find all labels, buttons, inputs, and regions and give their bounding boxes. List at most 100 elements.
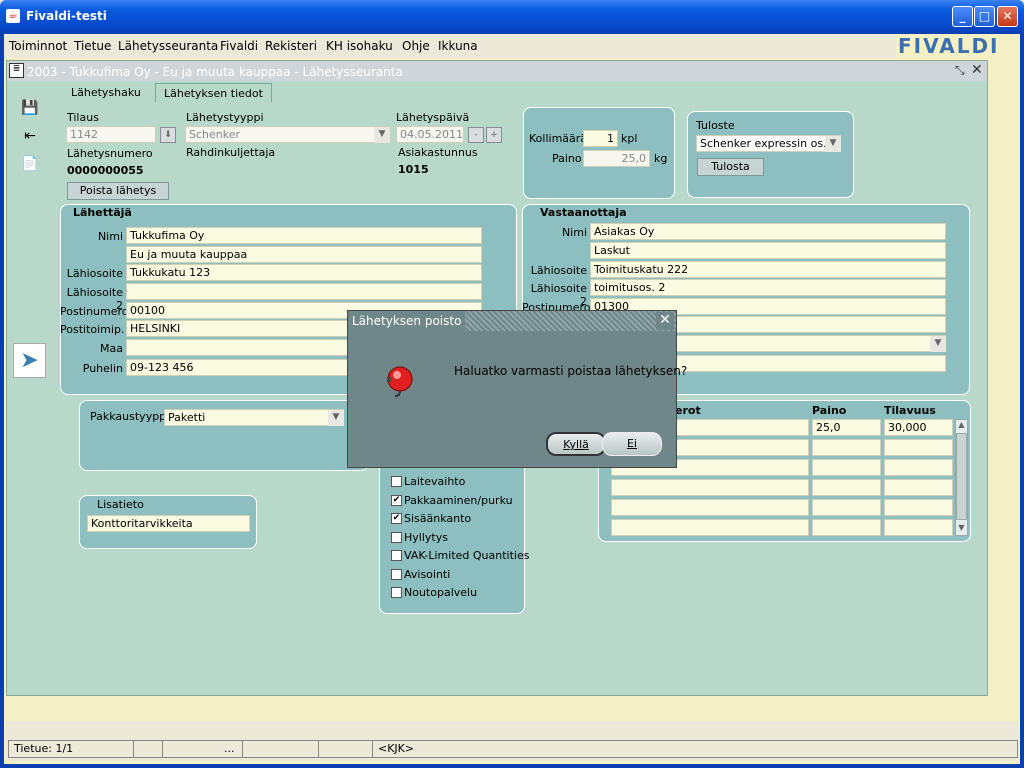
kylla-button[interactable]: Kyllä: [546, 432, 606, 456]
close-icon[interactable]: ✕: [971, 62, 983, 78]
status-separator: [372, 741, 373, 757]
lahetysnumero-value: 0000000055: [67, 164, 144, 177]
date-plus-button[interactable]: +: [486, 127, 502, 143]
status-separator: [242, 741, 243, 757]
app-icon: ≣: [9, 63, 24, 78]
lahettaja-field[interactable]: Tukkukatu 123: [126, 264, 482, 281]
vastaanottaja-field[interactable]: Asiakas Oy: [590, 223, 946, 240]
scroll-thumb[interactable]: [956, 433, 967, 520]
tuloste-select[interactable]: Schenker expressin os...: [696, 135, 841, 152]
table-cell[interactable]: [611, 519, 809, 536]
tab-lahetyksen-tiedot[interactable]: Lähetyksen tiedot: [155, 83, 272, 102]
chevron-down-icon[interactable]: ▼: [930, 336, 946, 352]
table-cell[interactable]: [884, 499, 953, 516]
kollimaara-label: Kollimäärä: [529, 132, 588, 145]
date-minus-button[interactable]: -: [468, 127, 484, 143]
status-separator: [318, 741, 319, 757]
checkbox-2[interactable]: ✔: [391, 513, 402, 524]
lahettaja-title: Lähettäjä: [73, 206, 132, 219]
lahettaja-label: Postinumero: [60, 305, 129, 318]
exit-icon[interactable]: ⇤: [20, 126, 40, 146]
vastaanottaja-field[interactable]: Toimituskatu 222: [590, 261, 946, 278]
status-dots: ...: [224, 742, 235, 755]
tab-lahetyshaku[interactable]: Lähetyshaku: [63, 83, 149, 102]
checkbox-label: Noutopalvelu: [404, 586, 478, 599]
paino-field[interactable]: 25,0: [583, 150, 650, 167]
rahdinkuljettaja-label: Rahdinkuljettaja: [186, 146, 276, 159]
checkbox-3[interactable]: [391, 531, 402, 543]
menu-lahetysseuranta[interactable]: Lähetysseuranta: [118, 39, 218, 53]
table-cell[interactable]: [812, 459, 881, 476]
checkbox-4[interactable]: [391, 550, 402, 561]
lahettaja-label: Nimi: [97, 230, 123, 243]
lisatieto-field[interactable]: Konttoritarvikkeita: [87, 515, 250, 532]
save-icon[interactable]: 💾: [20, 98, 40, 118]
table-cell[interactable]: [611, 499, 809, 516]
pakkaustyyppi-select[interactable]: Paketti: [164, 409, 344, 426]
kg-label: kg: [654, 152, 668, 165]
inner-window-titlebar: ≣ 2003 - Tukkufima Oy - Eu ja muuta kaup…: [7, 61, 987, 81]
table-cell[interactable]: [884, 519, 953, 536]
java-icon: ☕: [6, 9, 20, 23]
chevron-down-icon[interactable]: ▼: [825, 136, 841, 152]
table-cell[interactable]: 25,0: [812, 419, 881, 436]
restore-icon[interactable]: ⤡: [955, 63, 965, 78]
kylla-label: Kyllä: [563, 438, 589, 451]
lahettaja-field[interactable]: Tukkufima Oy: [126, 227, 482, 244]
menu-ohje[interactable]: Ohje: [402, 39, 430, 53]
checkbox-6[interactable]: [391, 587, 402, 598]
chevron-down-icon[interactable]: ▼: [374, 127, 390, 143]
dialog-title: Lähetyksen poisto: [348, 311, 466, 331]
asiakastunnus-label: Asiakastunnus: [398, 146, 478, 159]
kpl-label: kpl: [621, 132, 638, 145]
checkbox-5[interactable]: [391, 568, 402, 580]
vastaanottaja-field[interactable]: toimitusos. 2: [590, 279, 946, 296]
dialog-titlebar: Lähetyksen poisto ✕: [348, 311, 676, 331]
close-button[interactable]: ✕: [997, 6, 1018, 27]
table-cell[interactable]: [812, 519, 881, 536]
lahettaja-label: Maa: [100, 342, 123, 355]
menu-fivaldi[interactable]: Fivaldi: [220, 39, 258, 53]
table-cell[interactable]: [812, 479, 881, 496]
new-document-icon[interactable]: 📄: [20, 154, 40, 174]
lahettaja-field[interactable]: Eu ja muuta kauppaa: [126, 246, 482, 263]
download-icon[interactable]: ⬇: [160, 127, 176, 143]
chevron-down-icon[interactable]: ▼: [328, 410, 344, 426]
checkbox-1[interactable]: ✔: [391, 494, 402, 506]
lahettaja-field[interactable]: [126, 283, 482, 300]
menu-rekisteri[interactable]: Rekisteri: [265, 39, 317, 53]
table-cell[interactable]: 30,000: [884, 419, 953, 436]
menu-toiminnot[interactable]: Toiminnot: [9, 39, 67, 53]
menu-kh-isohaku[interactable]: KH isohaku: [326, 39, 393, 53]
table-cell[interactable]: [884, 479, 953, 496]
table-cell[interactable]: [812, 499, 881, 516]
table-scrollbar[interactable]: ▲ ▼: [955, 419, 968, 536]
menu-tietue[interactable]: Tietue: [74, 39, 111, 53]
checkbox-0[interactable]: [391, 476, 402, 487]
tilaus-field[interactable]: 1142: [66, 126, 156, 143]
lisatieto-label: Lisatieto: [97, 498, 144, 511]
fivaldi-logo: FIVALDI: [896, 34, 1020, 58]
vastaanottaja-field[interactable]: Laskut: [590, 242, 946, 259]
tulosta-button[interactable]: Tulosta: [697, 158, 764, 176]
kollit-header-tilavuus: Tilavuus: [884, 404, 936, 417]
table-cell[interactable]: [884, 439, 953, 456]
status-mode: <KJK>: [378, 742, 415, 755]
vastaanottaja-label: Lähiosoite: [530, 264, 587, 277]
menu-ikkuna[interactable]: Ikkuna: [438, 39, 478, 53]
kollimaara-field[interactable]: 1: [583, 130, 618, 147]
scroll-up-icon[interactable]: ▲: [956, 420, 967, 431]
table-cell[interactable]: [611, 479, 809, 496]
poista-lahetys-button[interactable]: Poista lähetys: [67, 182, 169, 200]
lahetyspaiva-field[interactable]: 04.05.2011: [396, 126, 464, 143]
lahetystyyppi-select[interactable]: Schenker: [185, 126, 391, 143]
scroll-down-icon[interactable]: ▼: [956, 523, 967, 534]
tuloste-label: Tuloste: [696, 119, 735, 132]
dialog-close-icon[interactable]: ✕: [656, 312, 674, 330]
maximize-button[interactable]: □: [974, 6, 995, 27]
table-cell[interactable]: [812, 439, 881, 456]
checkbox-label: Hyllytys: [404, 530, 448, 544]
minimize-button[interactable]: _: [952, 6, 973, 27]
table-cell[interactable]: [884, 459, 953, 476]
ei-button[interactable]: Ei: [602, 432, 662, 456]
